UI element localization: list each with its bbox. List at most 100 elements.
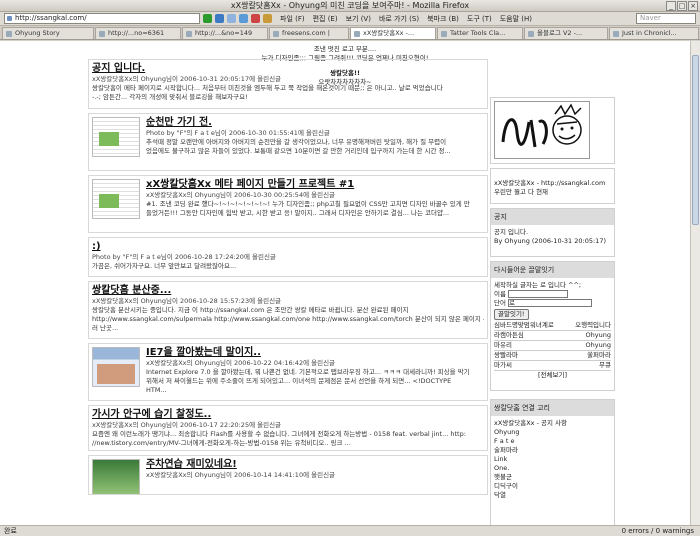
maximize-button[interactable]: □ <box>677 1 687 11</box>
word-entry: 마유리 <box>494 341 512 349</box>
vertical-scrollbar[interactable] <box>690 41 700 525</box>
post-excerpt: 추석때 정말 오랜만에 아버지와 아버지의 순천만을 갈 생각이었으나, 너무 … <box>146 138 447 146</box>
post-meta: xX쌍칼닷홈Xx의 Ohyung님이 2006-10-31 20:05:17에 … <box>92 75 282 83</box>
tab-bar: Ohyung Story http://...no=6361 http://..… <box>0 27 700 40</box>
post-excerpt: Internet Explore 7.0 을 깔아봤는데, 뭐 나쁜건 없네. … <box>146 368 470 376</box>
post-meta: xX쌍칼닷홈Xx의 Ohyung님이 2006-10-17 22:20:25에 … <box>92 421 282 429</box>
word-input[interactable]: 로 <box>508 299 593 307</box>
post-meta: xX쌍칼닷홈Xx의 Ohyung님이 2006-10-14 14:41:10에 … <box>146 471 336 479</box>
post-meta: xX쌍칼닷홈Xx의 Ohyung님이 2006-10-28 15:57:23에 … <box>92 297 282 305</box>
post-item: 쌍칼닷홈 분산중... xX쌍칼닷홈Xx의 Ohyung님이 2006-10-2… <box>88 281 488 339</box>
name-label: 이름 <box>494 290 506 298</box>
sidebar-link[interactable]: 햇불군 <box>494 473 611 482</box>
word-entry: 심바드명맞멈워녀계로 <box>494 321 554 329</box>
notice-title[interactable]: 공지 입니다. <box>494 228 611 237</box>
menu-bar: 파일 (F) 편집 (E) 보기 (V) 바로 가기 (S) 북마크 (B) 도… <box>280 14 532 24</box>
tab-allblog[interactable]: 올블로그 V2 -... <box>524 27 608 39</box>
post-list: 공지 입니다. xX쌍칼닷홈Xx의 Ohyung님이 2006-10-31 20… <box>88 59 488 499</box>
post-item: 가시가 안구에 습기 찰정도.. xX쌍칼닷홈Xx의 Ohyung님이 2006… <box>88 405 488 451</box>
post-excerpt: 러 난곳... <box>92 324 119 332</box>
links-heading: 쌍칼닷홈 연결 고리 <box>491 400 614 416</box>
menu-file[interactable]: 파일 (F) <box>280 14 305 24</box>
sidebar-link[interactable]: xX쌍칼닷홈Xx - 공지 사항 <box>494 419 611 428</box>
word-chain-heading: 다시들어운 끌말잇기 <box>491 262 614 278</box>
menu-help[interactable]: 도움말 (H) <box>500 14 532 24</box>
word-author: Ohyung <box>585 341 611 349</box>
post-thumbnail[interactable] <box>92 179 140 219</box>
tab-tatter-tools[interactable]: Tatter Tools Cla... <box>437 27 523 39</box>
post-meta: Photo by "F"의 F a t e님이 2006-10-28 17:24… <box>92 253 276 261</box>
sidebar-link[interactable]: Ohyung <box>494 428 611 437</box>
menu-view[interactable]: 보기 (V) <box>346 14 371 24</box>
post-item: 순천만 가기 전. Photo by "F"의 F a t e님이 2006-1… <box>88 113 488 171</box>
post-title[interactable]: xX쌍칼닷홈Xx 메타 페이지 만들기 프로젝트 #1 <box>92 179 484 191</box>
post-title[interactable]: 가시가 안구에 습기 찰정도.. <box>92 409 484 421</box>
post-title[interactable]: 주차연습 재미있네요! <box>92 459 484 471</box>
post-title[interactable]: IE7을 깔아봤는데 말이지.. <box>92 347 484 359</box>
profile-image-box <box>490 97 615 164</box>
sidebar: xX쌍칼닷홈Xx - http://ssangkal.com 우린만 뭘고 다 … <box>490 97 615 536</box>
tab-url-6361[interactable]: http://...no=6361 <box>95 27 181 39</box>
word-label: 단어 <box>494 299 506 307</box>
list-item: 마유리 Ohyung <box>494 341 611 351</box>
sidebar-link[interactable]: One. <box>494 464 611 473</box>
menu-edit[interactable]: 편집 (E) <box>313 14 338 24</box>
tab-url-149[interactable]: http://...&no=149 <box>182 27 268 39</box>
post-item: 주차연습 재미있네요! xX쌍칼닷홈Xx의 Ohyung님이 2006-10-1… <box>88 455 488 495</box>
post-excerpt: 쌍칼닷홈이 메타 페이지로 시작합니다... 처음부터 미친것을 엠두해 두고 … <box>92 84 443 92</box>
post-title[interactable]: 공지 입니다. <box>92 63 484 75</box>
post-excerpt: http://www.ssangkal.com/sulpermala http:… <box>92 315 484 323</box>
back-icon[interactable] <box>215 14 224 23</box>
menu-go[interactable]: 바로 가기 (S) <box>379 14 419 24</box>
scrollbar-thumb[interactable] <box>692 55 699 225</box>
profile-link[interactable]: xX쌍칼닷홈Xx - http://ssangkal.com <box>494 179 611 188</box>
word-entry: 라캠아튼심 <box>494 331 524 339</box>
notice-box: 공지 공지 입니다. By Ohyung (2006-10-31 20:05:1… <box>490 208 615 257</box>
post-excerpt: 위해서 저 싸이월드는 위에 주소줄이 뜨게 되어있고... 이녀석의 문제점은… <box>146 377 452 385</box>
profile-box: xX쌍칼닷홈Xx - http://ssangkal.com 우린만 뭘고 다 … <box>490 168 615 204</box>
word-chain-box: 다시들어운 끌말잇기 세작하실 글자는 로 입니다 ^^; 이름 단어 로 끌말… <box>490 261 615 391</box>
word-entry: 쌍빨라마 <box>494 351 518 359</box>
reload-icon[interactable] <box>239 14 248 23</box>
post-thumbnail[interactable] <box>92 117 140 157</box>
word-author: 무큐 <box>599 361 611 369</box>
sidebar-link[interactable]: 닥열 <box>494 491 611 500</box>
post-thumbnail[interactable] <box>92 459 140 494</box>
post-item: 공지 입니다. xX쌍칼닷홈Xx의 Ohyung님이 2006-10-31 20… <box>88 59 488 109</box>
sidebar-link[interactable]: 술퍼마라 <box>494 446 611 455</box>
tab-ohyung-story[interactable]: Ohyung Story <box>2 27 94 39</box>
profile-avatar <box>494 101 590 159</box>
name-input[interactable] <box>508 290 569 298</box>
post-title[interactable]: 쌍칼닷홈 분산중... <box>92 285 484 297</box>
word-author: 쑬퍼마라 <box>587 351 611 359</box>
search-input[interactable]: Naver <box>636 13 696 24</box>
header-line1: 조낸 멋진 로고 부분.... <box>313 45 377 53</box>
sidebar-link[interactable]: Link <box>494 455 611 464</box>
go-icon[interactable] <box>203 14 212 23</box>
view-all-link[interactable]: [전체보기] <box>494 371 611 380</box>
tab-just-in-chronicle[interactable]: Just in Chronicl... <box>609 27 699 39</box>
tab-freesens[interactable]: freesens.com | <box>269 27 349 39</box>
forward-icon[interactable] <box>227 14 236 23</box>
close-button[interactable]: × <box>688 1 698 11</box>
url-field[interactable]: http://ssangkal.com/ <box>4 13 200 24</box>
home-icon[interactable] <box>263 14 272 23</box>
error-counter[interactable]: 0 errors / 0 warnings <box>622 526 694 536</box>
post-thumbnail[interactable] <box>92 347 140 387</box>
sidebar-link[interactable]: F a t e <box>494 437 611 446</box>
word-chain-prompt: 세작하실 글자는 로 입니다 ^^; <box>494 281 582 289</box>
tab-ssangkal[interactable]: xX쌍칼닷홈Xx -... <box>350 27 436 39</box>
minimize-button[interactable]: _ <box>666 1 676 11</box>
sidebar-link[interactable]: 디딕구이 <box>494 482 611 491</box>
menu-bookmarks[interactable]: 북마크 (B) <box>427 14 459 24</box>
post-item: :) Photo by "F"의 F a t e님이 2006-10-28 17… <box>88 237 488 277</box>
word-chain-submit-button[interactable]: 끌말잇기! <box>494 309 529 320</box>
list-item: 마가씨 무큐 <box>494 361 611 371</box>
stop-icon[interactable] <box>251 14 260 23</box>
post-title[interactable]: 순천만 가기 전. <box>92 117 484 129</box>
menu-tools[interactable]: 도구 (T) <box>467 14 492 24</box>
notice-heading: 공지 <box>491 209 614 225</box>
post-excerpt: 었음에도 불구하고 많은 차들이 있었다. 보통때 같으면 10분이면 갈 만한… <box>146 147 451 155</box>
post-title[interactable]: :) <box>92 241 484 253</box>
word-author: 오행력입니다 <box>575 321 611 329</box>
